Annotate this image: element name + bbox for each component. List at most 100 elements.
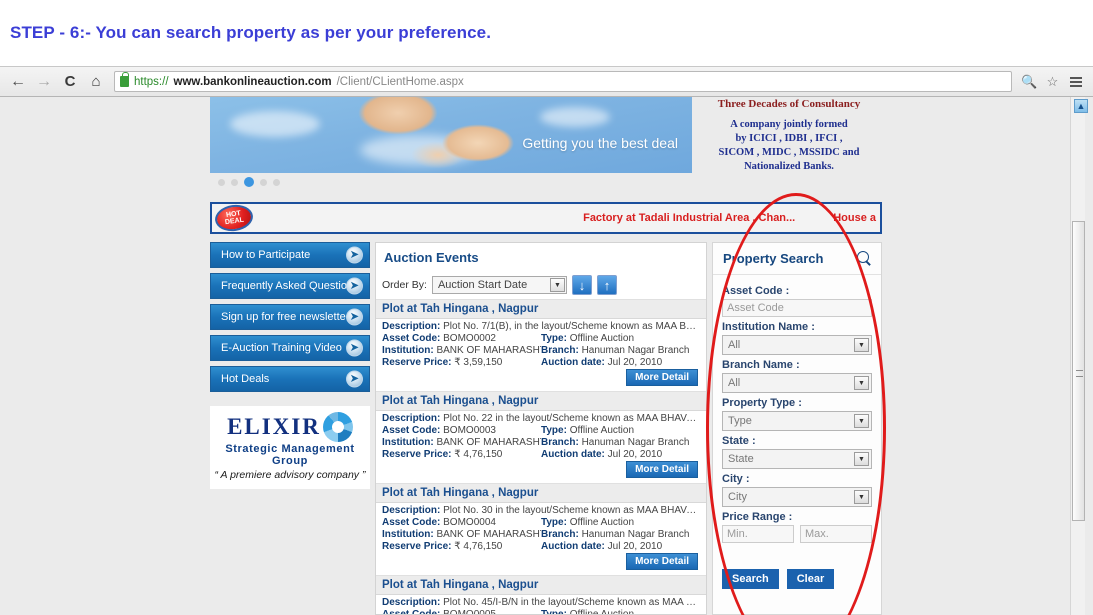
star-icon[interactable]: ☆ xyxy=(1043,72,1062,91)
more-detail-button[interactable]: More Detail xyxy=(626,369,698,386)
magnifier-icon[interactable] xyxy=(857,251,872,266)
label-description: Description: xyxy=(382,413,441,424)
zoom-out-icon[interactable]: 🔍 xyxy=(1020,72,1039,91)
url-path: /Client/CLientHome.aspx xyxy=(336,75,464,88)
forward-arrow-icon[interactable]: → xyxy=(32,70,56,94)
carousel-dot-active[interactable] xyxy=(244,177,254,187)
auction-title[interactable]: Plot at Tah Hingana , Nagpur xyxy=(376,576,706,595)
consultancy-line: Nationalized Banks. xyxy=(744,161,834,172)
sidebar-item-label: Frequently Asked Questions xyxy=(221,280,359,292)
sidebar-item-how-to-participate[interactable]: How to Participate ➤ xyxy=(210,242,370,268)
property-type-value: Type xyxy=(728,415,752,427)
auction-description: Description: Plot No. 22 in the layout/S… xyxy=(382,413,700,424)
field-branch: Branch: Hanuman Nagar Branch xyxy=(541,345,690,356)
order-by-label: Order By: xyxy=(382,279,427,291)
sidebar-item-faq[interactable]: Frequently Asked Questions ➤ xyxy=(210,273,370,299)
elixir-tagline: “ A premiere advisory company ” xyxy=(214,469,366,481)
field-reserve-price: Reserve Price: ₹ 3,59,150 xyxy=(382,357,503,368)
state-select[interactable]: State ▼ xyxy=(722,449,872,469)
ticker-item[interactable]: House a xyxy=(833,212,876,224)
website-content: Getting you the best deal Three Decades … xyxy=(205,97,883,615)
sidebar-item-training-video[interactable]: E-Auction Training Video ➤ xyxy=(210,335,370,361)
price-range-row: Min. Max. xyxy=(722,525,872,543)
chevron-right-icon: ➤ xyxy=(346,339,363,357)
field-type: Type: Offline Auction xyxy=(541,517,635,528)
sidebar-item-newsletter[interactable]: Sign up for free newsletter ➤ xyxy=(210,304,370,330)
institution-name-select[interactable]: All ▼ xyxy=(722,335,872,355)
order-by-select[interactable]: Auction Start Date ▼ xyxy=(431,276,567,294)
field-type: Type: Offline Auction xyxy=(541,609,635,615)
auction-list-item[interactable]: Plot at Tah Hingana , Nagpur Description… xyxy=(376,575,706,615)
auction-list-item[interactable]: Plot at Tah Hingana , Nagpur Description… xyxy=(376,299,706,391)
left-sidebar: How to Participate ➤ Frequently Asked Qu… xyxy=(210,242,370,615)
branch-name-label: Branch Name : xyxy=(722,359,800,371)
state-value: State xyxy=(728,453,754,465)
carousel-dot[interactable] xyxy=(260,178,267,186)
auction-body: Description: Plot No. 30 in the layout/S… xyxy=(376,503,706,575)
auction-description: Description: Plot No. 30 in the layout/S… xyxy=(382,505,700,516)
home-icon[interactable]: ⌂ xyxy=(84,70,108,94)
banner-tagline: Getting you the best deal xyxy=(522,135,678,151)
price-max-input[interactable]: Max. xyxy=(800,525,872,543)
carousel-dot[interactable] xyxy=(231,178,238,186)
auction-title[interactable]: Plot at Tah Hingana , Nagpur xyxy=(376,484,706,503)
chevron-down-icon: ▼ xyxy=(549,278,565,292)
hot-badge-line2: DEAL xyxy=(224,216,245,227)
consultancy-title: Three Decades of Consultancy xyxy=(717,98,861,109)
carousel-dots[interactable] xyxy=(218,177,280,187)
field-asset-code: Asset Code: BOMO0002 xyxy=(382,333,496,344)
page-scrollbar[interactable] xyxy=(1070,97,1085,615)
auction-list-item[interactable]: Plot at Tah Hingana , Nagpur Description… xyxy=(376,483,706,575)
price-min-input[interactable]: Min. xyxy=(722,525,794,543)
sort-ascending-button[interactable]: ↑ xyxy=(596,275,617,295)
property-search-header: Property Search xyxy=(713,243,881,275)
asset-code-label: Asset Code : xyxy=(722,285,790,297)
value-description: Plot No. 22 in the layout/Scheme known a… xyxy=(443,413,700,424)
clear-button[interactable]: Clear xyxy=(786,569,835,589)
auction-fields: Asset Code: BOMO0002 Type: Offline Aucti… xyxy=(382,333,700,368)
browser-toolbar: ← → C ⌂ https:// www.bankonlineauction.c… xyxy=(0,66,1093,97)
branch-name-value: All xyxy=(728,377,741,389)
reload-icon[interactable]: C xyxy=(58,70,82,94)
more-detail-button[interactable]: More Detail xyxy=(626,461,698,478)
lock-icon xyxy=(120,72,129,87)
asset-code-input[interactable]: Asset Code xyxy=(722,299,872,317)
chevron-down-icon: ▼ xyxy=(854,414,869,428)
carousel-dot[interactable] xyxy=(273,178,280,186)
sort-descending-button[interactable]: ↓ xyxy=(571,275,592,295)
search-actions: Search Clear xyxy=(722,569,872,589)
chevron-right-icon: ➤ xyxy=(346,277,363,295)
auction-title[interactable]: Plot at Tah Hingana , Nagpur xyxy=(376,392,706,411)
annotation-caption-bar: STEP - 6:- You can search property as pe… xyxy=(0,0,1093,66)
field-reserve-price: Reserve Price: ₹ 4,76,150 xyxy=(382,449,503,460)
sidebar-item-hot-deals[interactable]: Hot Deals ➤ xyxy=(210,366,370,392)
search-button[interactable]: Search xyxy=(722,569,779,589)
order-by-bar: Order By: Auction Start Date ▼ ↓ ↑ xyxy=(376,271,706,299)
auction-actions: More Detail xyxy=(382,552,700,573)
auction-list-item[interactable]: Plot at Tah Hingana , Nagpur Description… xyxy=(376,391,706,483)
carousel-dot[interactable] xyxy=(218,178,225,186)
city-select[interactable]: City ▼ xyxy=(722,487,872,507)
back-arrow-icon[interactable]: ← xyxy=(6,70,30,94)
consultancy-block: Three Decades of Consultancy A company j… xyxy=(695,97,883,174)
scroll-up-icon[interactable]: ▲ xyxy=(1074,99,1088,113)
ticker-item[interactable]: Factory at Tadali Industrial Area , Chan… xyxy=(583,212,795,224)
sidebar-item-label: How to Participate xyxy=(221,249,311,261)
scrollbar-thumb[interactable] xyxy=(1072,221,1085,521)
field-branch: Branch: Hanuman Nagar Branch xyxy=(541,437,690,448)
property-type-select[interactable]: Type ▼ xyxy=(722,411,872,431)
label-description: Description: xyxy=(382,597,441,608)
address-bar[interactable]: https:// www.bankonlineauction.com /Clie… xyxy=(114,71,1012,92)
hands-image xyxy=(358,97,538,173)
chevron-right-icon: ➤ xyxy=(346,370,363,388)
field-branch: Branch: Hanuman Nagar Branch xyxy=(541,529,690,540)
hero-banner[interactable]: Getting you the best deal xyxy=(210,97,692,173)
auction-title[interactable]: Plot at Tah Hingana , Nagpur xyxy=(376,300,706,319)
branch-name-select[interactable]: All ▼ xyxy=(722,373,872,393)
hamburger-menu-icon[interactable] xyxy=(1066,72,1085,91)
elixir-subtitle: Strategic Management Group xyxy=(225,443,355,467)
city-label: City : xyxy=(722,473,750,485)
price-range-label: Price Range : xyxy=(722,511,793,523)
more-detail-button[interactable]: More Detail xyxy=(626,553,698,570)
hot-deal-badge-icon: HOT DEAL xyxy=(213,204,255,232)
